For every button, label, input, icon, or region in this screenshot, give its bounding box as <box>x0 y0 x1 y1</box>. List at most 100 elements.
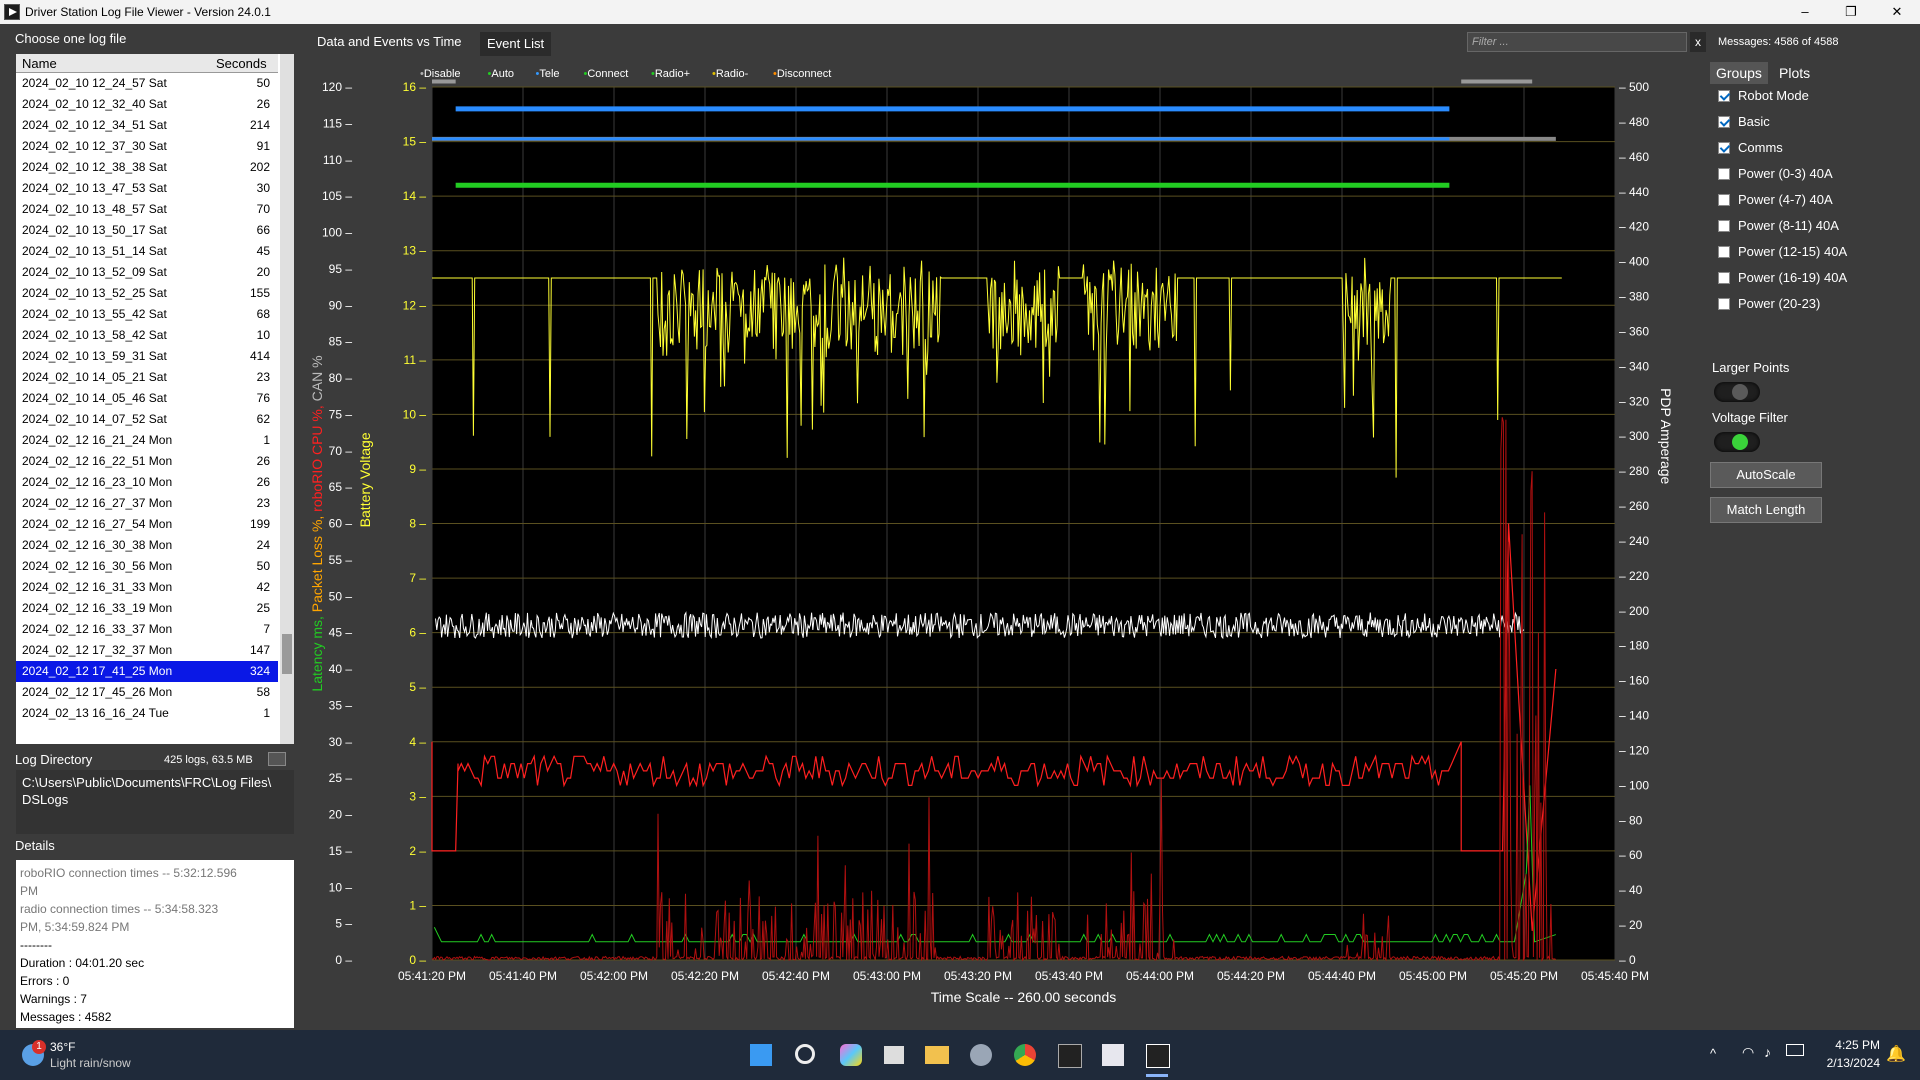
log-row[interactable]: 2024_02_10 13_55_42 Sat 68 <box>16 304 278 325</box>
data-chart[interactable]: 120 – 115 – 110 – 105 – 100 – 95 – 90 – 85 – 80 … <box>300 62 1700 1022</box>
log-viewer-icon[interactable] <box>1146 1044 1170 1068</box>
close-button[interactable]: ✕ <box>1874 0 1920 24</box>
larger-points-toggle[interactable] <box>1714 382 1760 402</box>
tab-plots[interactable]: Plots <box>1773 62 1816 84</box>
log-row-seconds: 30 <box>256 181 270 195</box>
details-line: radio connection times -- 5:34:58.323 <box>20 902 219 916</box>
autoscale-button[interactable]: AutoScale <box>1710 462 1822 488</box>
details-box: roboRIO connection times -- 5:32:12.596 … <box>16 860 294 1028</box>
list-scrollbar[interactable] <box>280 54 294 744</box>
checkbox-icon[interactable] <box>1718 90 1730 102</box>
task-view-icon[interactable] <box>884 1046 904 1064</box>
checkbox-icon[interactable] <box>1718 298 1730 310</box>
log-row[interactable]: 2024_02_12 16_21_24 Mon 1 <box>16 430 278 451</box>
log-row[interactable]: 2024_02_10 13_52_09 Sat 20 <box>16 262 278 283</box>
log-row[interactable]: 2024_02_12 16_33_19 Mon 25 <box>16 598 278 619</box>
file-explorer-icon[interactable] <box>925 1046 949 1064</box>
log-row[interactable]: 2024_02_10 12_32_40 Sat 26 <box>16 94 278 115</box>
log-row[interactable]: 2024_02_12 16_30_38 Mon 24 <box>16 535 278 556</box>
tab-data-events[interactable]: Data and Events vs Time <box>310 30 469 54</box>
folder-icon[interactable] <box>268 752 286 766</box>
scrollbar-thumb[interactable] <box>282 634 292 674</box>
checkbox-icon[interactable] <box>1718 220 1730 232</box>
x-axis-tick: 05:43:40 PM <box>1035 969 1103 983</box>
log-row-seconds: 10 <box>256 328 270 342</box>
minimize-button[interactable]: – <box>1782 0 1828 24</box>
log-row[interactable]: 2024_02_12 16_27_54 Mon 199 <box>16 514 278 535</box>
battery-icon[interactable] <box>1786 1044 1804 1056</box>
log-row-name: 2024_02_10 13_51_14 Sat <box>22 244 167 258</box>
log-row[interactable]: 2024_02_10 13_50_17 Sat 66 <box>16 220 278 241</box>
log-row[interactable]: 2024_02_10 12_37_30 Sat 91 <box>16 136 278 157</box>
checkbox-icon[interactable] <box>1718 194 1730 206</box>
log-row[interactable]: 2024_02_12 16_33_37 Mon 7 <box>16 619 278 640</box>
checkbox-icon[interactable] <box>1718 168 1730 180</box>
voltage-axis-tick: 13 – <box>403 244 427 258</box>
tray-chevron-icon[interactable]: ^ <box>1710 1046 1716 1061</box>
tab-groups[interactable]: Groups <box>1710 62 1768 84</box>
log-rows: 2024_02_10 12_24_57 Sat 50 2024_02_10 12_3… <box>16 73 278 724</box>
chrome-icon[interactable] <box>1014 1044 1036 1066</box>
volume-icon[interactable]: ♪ <box>1764 1044 1771 1060</box>
checkbox-icon[interactable] <box>1718 246 1730 258</box>
log-row[interactable]: 2024_02_12 16_30_56 Mon 50 <box>16 556 278 577</box>
log-row[interactable]: 2024_02_10 13_47_53 Sat 30 <box>16 178 278 199</box>
settings-icon[interactable] <box>970 1044 992 1066</box>
log-row[interactable]: 2024_02_10 12_24_57 Sat 50 <box>16 73 278 94</box>
log-row-seconds: 50 <box>256 76 270 90</box>
group-label: Power (16-19) 40A <box>1738 270 1848 285</box>
log-row[interactable]: 2024_02_10 14_05_46 Sat 76 <box>16 388 278 409</box>
amps-axis-tick: – 340 <box>1619 359 1649 373</box>
checkbox-icon[interactable] <box>1718 272 1730 284</box>
copilot-icon[interactable] <box>840 1044 862 1066</box>
amps-axis-tick: – 280 <box>1619 464 1649 478</box>
log-file-list[interactable]: Name Seconds 2024_02_10 12_24_57 Sat 50 20… <box>16 54 294 744</box>
log-row[interactable]: 2024_02_10 13_48_57 Sat 70 <box>16 199 278 220</box>
title-bar: Driver Station Log File Viewer - Version… <box>0 0 1920 24</box>
log-row-seconds: 26 <box>256 454 270 468</box>
log-row[interactable]: 2024_02_13 16_16_24 Tue 1 <box>16 703 278 724</box>
dashboard-icon[interactable] <box>1102 1044 1124 1066</box>
log-row[interactable]: 2024_02_10 13_52_25 Sat 155 <box>16 283 278 304</box>
match-length-button[interactable]: Match Length <box>1710 497 1822 523</box>
pct-axis-tick: 115 – <box>323 116 352 130</box>
search-icon[interactable] <box>795 1044 815 1064</box>
log-row[interactable]: 2024_02_10 12_38_38 Sat 202 <box>16 157 278 178</box>
log-row[interactable]: 2024_02_10 14_07_52 Sat 62 <box>16 409 278 430</box>
log-row[interactable]: 2024_02_12 17_45_26 Mon 58 <box>16 682 278 703</box>
log-row[interactable]: 2024_02_10 13_58_42 Sat 10 <box>16 325 278 346</box>
voltage-filter-toggle[interactable] <box>1714 432 1760 452</box>
clock-time[interactable]: 4:25 PM <box>1830 1038 1880 1052</box>
log-row[interactable]: 2024_02_12 16_31_33 Mon 42 <box>16 577 278 598</box>
wifi-icon[interactable]: ◠ <box>1742 1044 1754 1061</box>
log-row[interactable]: 2024_02_12 16_23_10 Mon 26 <box>16 472 278 493</box>
legend-item: •Radio+ <box>651 68 690 80</box>
log-directory-info: 425 logs, 63.5 MB <box>164 754 253 766</box>
driver-station-icon[interactable] <box>1058 1044 1082 1068</box>
log-row[interactable]: 2024_02_12 17_41_25 Mon 324 <box>16 661 278 682</box>
details-messages: Messages : 4582 <box>20 1010 112 1024</box>
start-icon[interactable] <box>750 1044 772 1066</box>
checkbox-icon[interactable] <box>1718 116 1730 128</box>
x-axis-tick: 05:42:40 PM <box>762 969 830 983</box>
maximize-button[interactable]: ❐ <box>1828 0 1874 24</box>
clock-date[interactable]: 2/13/2024 <box>1812 1056 1880 1070</box>
filter-clear-button[interactable]: x <box>1690 32 1706 52</box>
group-label: Power (4-7) 40A <box>1738 192 1833 207</box>
tab-event-list[interactable]: Event List <box>480 32 552 56</box>
name-column-header[interactable]: Name <box>22 56 57 71</box>
x-axis-tick: 05:42:20 PM <box>671 969 739 983</box>
log-row[interactable]: 2024_02_12 16_27_37 Mon 23 <box>16 493 278 514</box>
log-row-name: 2024_02_10 12_37_30 Sat <box>22 139 167 153</box>
log-row[interactable]: 2024_02_10 14_05_21 Sat 23 <box>16 367 278 388</box>
checkbox-icon[interactable] <box>1718 142 1730 154</box>
log-row[interactable]: 2024_02_12 16_22_51 Mon 26 <box>16 451 278 472</box>
log-row[interactable]: 2024_02_10 13_51_14 Sat 45 <box>16 241 278 262</box>
log-row[interactable]: 2024_02_10 13_59_31 Sat 414 <box>16 346 278 367</box>
log-row[interactable]: 2024_02_10 12_34_51 Sat 214 <box>16 115 278 136</box>
choose-log-label: Choose one log file <box>15 31 127 46</box>
seconds-column-header[interactable]: Seconds <box>216 56 267 71</box>
filter-input[interactable]: Filter ... <box>1467 32 1687 52</box>
notification-bell-icon[interactable]: 🔔 <box>1886 1044 1906 1064</box>
log-row[interactable]: 2024_02_12 17_32_37 Mon 147 <box>16 640 278 661</box>
